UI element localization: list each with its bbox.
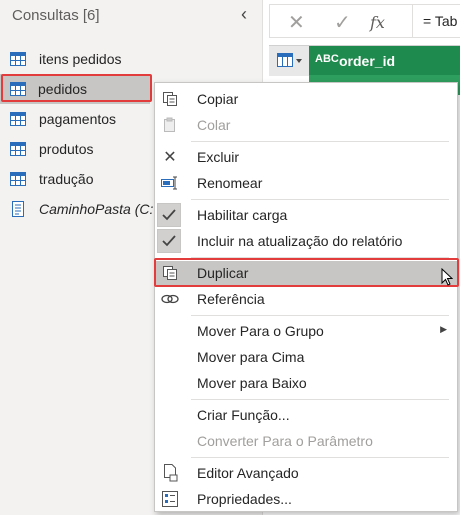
copy-icon (161, 90, 179, 108)
confirm-icon[interactable]: ✓ (334, 10, 351, 35)
menu-item-editor-avancado[interactable]: Editor Avançado (155, 461, 457, 485)
table-icon (10, 172, 26, 186)
queries-pane-header: Consultas [6] (12, 7, 100, 24)
menu-item-mover-para-baixo[interactable]: Mover para Baixo (155, 371, 457, 395)
menu-item-label: Colar (197, 117, 231, 133)
menu-item-label: Criar Função... (197, 407, 290, 423)
advanced-editor-icon (161, 464, 179, 482)
menu-item-label: Editor Avançado (197, 465, 299, 481)
table-icon (10, 52, 26, 66)
table-menu-icon[interactable] (277, 53, 303, 69)
paste-icon (161, 116, 179, 134)
menu-item-label: Habilitar carga (197, 207, 288, 223)
submenu-arrow-icon: ▶ (440, 324, 447, 334)
menu-item-renomear[interactable]: Renomear (155, 171, 457, 195)
query-item-pedidos[interactable]: pedidos (0, 74, 150, 104)
column-header-order-id[interactable]: ABC order_id (309, 46, 460, 76)
menu-item-label: Duplicar (197, 265, 249, 281)
menu-separator (191, 457, 449, 458)
column-name: order_id (339, 53, 396, 69)
duplicate-icon (161, 264, 179, 282)
query-label: pedidos (38, 81, 88, 97)
menu-item-converter-parametro[interactable]: Converter Para o Parâmetro (155, 429, 457, 453)
menu-separator (191, 399, 449, 400)
menu-item-criar-funcao[interactable]: Criar Função... (155, 403, 457, 427)
menu-item-colar[interactable]: Colar (155, 113, 457, 137)
menu-item-copiar[interactable]: Copiar (155, 87, 457, 111)
query-label: produtos (39, 141, 94, 157)
menu-separator (191, 199, 449, 200)
fx-icon[interactable]: fx (370, 13, 385, 32)
query-label: tradução (39, 171, 94, 187)
menu-item-propriedades[interactable]: Propriedades... (155, 487, 457, 511)
menu-separator (191, 257, 449, 258)
menu-item-label: Incluir na atualização do relatório (197, 233, 403, 249)
table-icon (10, 142, 26, 156)
formula-input[interactable]: = Tab (412, 5, 460, 37)
query-label: CaminhoPasta (C: (39, 201, 154, 217)
menu-item-incluir-atualizacao[interactable]: Incluir na atualização do relatório (155, 229, 457, 253)
query-item-itens-pedidos[interactable]: itens pedidos (0, 44, 260, 74)
query-label: pagamentos (39, 111, 117, 127)
formula-bar: ✕ ✓ fx = Tab (269, 4, 460, 38)
menu-item-label: Mover para Baixo (197, 375, 307, 391)
menu-separator (191, 141, 449, 142)
text-type-icon[interactable]: ABC (315, 53, 339, 65)
menu-item-mover-para-cima[interactable]: Mover para Cima (155, 345, 457, 369)
table-icon (10, 82, 26, 96)
menu-item-label: Referência (197, 291, 265, 307)
table-icon (10, 112, 26, 126)
parameter-icon (12, 201, 24, 217)
delete-icon: ✕ (163, 149, 177, 166)
menu-item-referencia[interactable]: Referência (155, 287, 457, 311)
menu-item-label: Propriedades... (197, 491, 292, 507)
cancel-icon[interactable]: ✕ (288, 10, 305, 35)
menu-item-label: Copiar (197, 91, 239, 107)
menu-item-label: Excluir (197, 149, 240, 165)
menu-item-label: Mover para Cima (197, 349, 305, 365)
rename-icon (161, 174, 179, 192)
collapse-pane-icon[interactable]: ‹ (241, 4, 247, 25)
menu-item-label: Mover Para o Grupo (197, 323, 324, 339)
menu-item-mover-para-o-grupo[interactable]: Mover Para o Grupo ▶ (155, 319, 457, 343)
menu-item-label: Renomear (197, 175, 263, 191)
context-menu: Copiar Colar ✕ Excluir Renomear Habilita… (154, 82, 458, 512)
menu-item-excluir[interactable]: ✕ Excluir (155, 145, 457, 169)
check-icon (157, 203, 181, 227)
mouse-cursor-icon (441, 268, 453, 286)
query-label: itens pedidos (39, 51, 122, 67)
menu-separator (191, 315, 449, 316)
check-icon (157, 229, 181, 253)
menu-item-duplicar[interactable]: Duplicar (155, 261, 457, 285)
menu-item-habilitar-carga[interactable]: Habilitar carga (155, 203, 457, 227)
menu-item-label: Converter Para o Parâmetro (197, 433, 373, 449)
grid-header: ABC order_id (269, 45, 460, 76)
properties-icon (161, 490, 179, 508)
reference-icon (161, 290, 179, 308)
